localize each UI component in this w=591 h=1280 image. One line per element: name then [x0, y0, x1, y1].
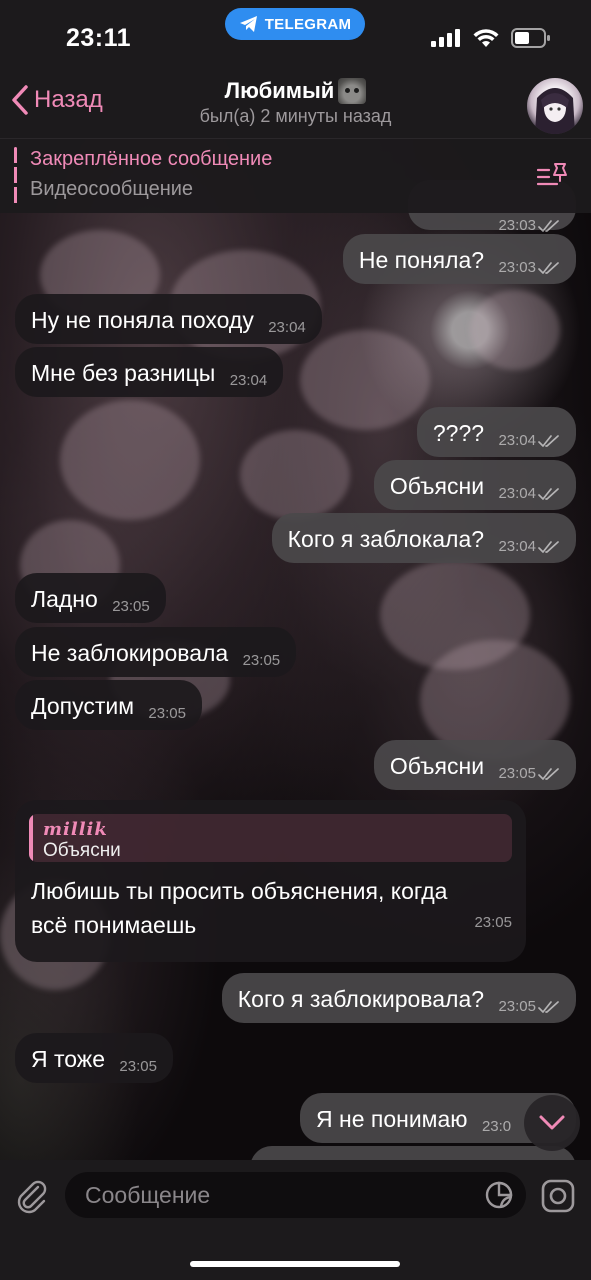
avatar-image [535, 88, 575, 134]
message-text-line-wrap: всё понимаешь 23:05 [31, 908, 512, 942]
signal-icon [431, 29, 460, 47]
message-meta: 23:05 [112, 593, 150, 621]
message-bubble-in[interactable]: Ладно 23:05 [15, 573, 166, 623]
message-time: 23:05 [474, 914, 512, 931]
read-ticks-icon [538, 488, 559, 500]
telegram-icon [239, 16, 257, 32]
message-bubble-in[interactable]: Допустим 23:05 [15, 680, 202, 730]
message-meta: 23:04 [230, 367, 268, 395]
paperclip-icon[interactable] [14, 1178, 50, 1214]
avatar[interactable] [527, 78, 583, 134]
message-input[interactable] [65, 1172, 526, 1218]
chevron-down-icon [539, 1115, 565, 1130]
cat-emoji-icon [338, 78, 367, 104]
message-text: Кого я заблокала? [287, 526, 485, 552]
telegram-pill-label: TELEGRAM [264, 15, 352, 33]
sticker-icon[interactable] [484, 1180, 514, 1210]
message-meta: 23:03 [498, 254, 560, 282]
message-meta: 23:05 [243, 647, 281, 675]
message-bubble-out[interactable]: Не поняла? 23:03 [342, 234, 576, 284]
message-meta: 23:04 [498, 427, 560, 455]
pinned-title: Закреплённое сообщение [30, 148, 273, 170]
message-bubble-in[interactable]: Я тоже 23:05 [15, 1033, 173, 1083]
message-meta: 23:04 [498, 533, 560, 561]
message-time: 23:03 [498, 259, 536, 276]
read-ticks-icon [538, 1001, 559, 1013]
message-time: 23:05 [112, 598, 150, 615]
pinned-subtitle: Видеосообщение [30, 178, 194, 200]
message-text: Объясни [389, 753, 485, 779]
read-ticks-icon [538, 435, 559, 447]
message-meta: 23:05 [119, 1053, 157, 1081]
message-time: 23:05 [498, 765, 536, 782]
reply-text: Объясни [43, 840, 121, 861]
message-text: Объясни [389, 473, 485, 499]
message-bubble-out[interactable]: Объясни 23:04 [373, 460, 576, 510]
message-time: 23:04 [229, 372, 268, 389]
read-ticks-icon [538, 262, 559, 274]
message-text: Кого я заблокировала? [237, 986, 485, 1012]
chat-title: Любимый [225, 78, 367, 104]
message-bubble-out[interactable]: ???? 23:04 [416, 407, 576, 457]
message-text: Я не понимаю [316, 1106, 468, 1132]
read-ticks-icon [538, 541, 559, 553]
reply-quote[interactable]: millik Объясни [29, 814, 512, 862]
message-text: Ну не поняла походу [31, 307, 254, 333]
message-bubble-out[interactable]: Объясни 23:05 [373, 740, 576, 790]
pinned-list-icon[interactable] [537, 161, 569, 191]
message-text-line: всё понимаешь [31, 912, 197, 938]
message-time: 23:05 [148, 705, 186, 722]
message-meta: 23:0 [482, 1113, 511, 1141]
message-bubble-in-reply[interactable]: millik Объясни Любишь ты просить объясне… [15, 800, 526, 962]
message-bubble-in[interactable]: Не заблокировала 23:05 [15, 627, 297, 677]
status-icons [431, 28, 551, 48]
battery-icon [511, 28, 550, 48]
status-bar: 23:11 TELEGRAM [0, 0, 591, 70]
message-meta: 23:04 [268, 314, 306, 342]
pinned-message-bar[interactable]: Закреплённое сообщение Видеосообщение [0, 138, 591, 213]
message-meta: 23:05 [498, 760, 560, 788]
message-text: Не поняла? [358, 247, 485, 273]
message-text-line: Любишь ты просить объяснения, когда [31, 878, 448, 904]
message-text: Допустим [31, 693, 135, 719]
message-time: 23:04 [498, 432, 536, 449]
message-time: 23:04 [268, 319, 306, 336]
message-meta: 23:05 [498, 993, 560, 1021]
telegram-pill[interactable]: TELEGRAM [225, 8, 365, 40]
message-time: 23:0 [481, 1118, 512, 1135]
read-ticks-icon [538, 768, 559, 780]
chat-title-text: Любимый [224, 78, 335, 103]
last-seen-status: был(а) 2 минуты назад [199, 106, 392, 126]
message-text: Ладно [31, 586, 98, 612]
message-meta: 23:05 [148, 700, 186, 728]
video-message-icon[interactable] [540, 1178, 576, 1214]
message-time: 23:04 [498, 538, 536, 555]
message-bubble-out[interactable]: Кого я заблокировала? 23:05 [221, 973, 576, 1023]
message-time: 23:05 [498, 998, 536, 1015]
pinned-indicator [14, 147, 17, 205]
message-meta: 23:05 [474, 906, 512, 940]
chat-title-area[interactable]: Любимый был(а) 2 минуты назад [0, 78, 591, 127]
message-time: 23:04 [498, 485, 536, 502]
message-text: Мне без разницы [31, 360, 216, 386]
message-text: Не заблокировала [31, 640, 229, 666]
read-ticks-icon [538, 220, 559, 232]
message-time: 23:05 [119, 1058, 157, 1075]
message-input-bar [0, 1160, 591, 1280]
wifi-icon [473, 28, 499, 47]
message-text: Я тоже [31, 1046, 105, 1072]
message-bubble-in[interactable]: Ну не поняла походу 23:04 [15, 294, 322, 344]
home-indicator [190, 1261, 400, 1267]
reply-author: millik [43, 819, 108, 840]
message-bubble-in[interactable]: Мне без разницы 23:04 [15, 347, 284, 397]
message-meta: 23:04 [498, 480, 560, 508]
status-time: 23:11 [66, 24, 132, 52]
message-bubble-out[interactable]: Кого я заблокала? 23:04 [271, 513, 576, 563]
chat-header: Назад Любимый был(а) 2 минуты назад [0, 70, 591, 138]
scroll-to-bottom-button[interactable] [524, 1095, 580, 1151]
message-text: ???? [432, 420, 485, 446]
message-text: Любишь ты просить объяснения, когда всё … [29, 874, 512, 942]
message-time: 23:05 [242, 652, 281, 669]
